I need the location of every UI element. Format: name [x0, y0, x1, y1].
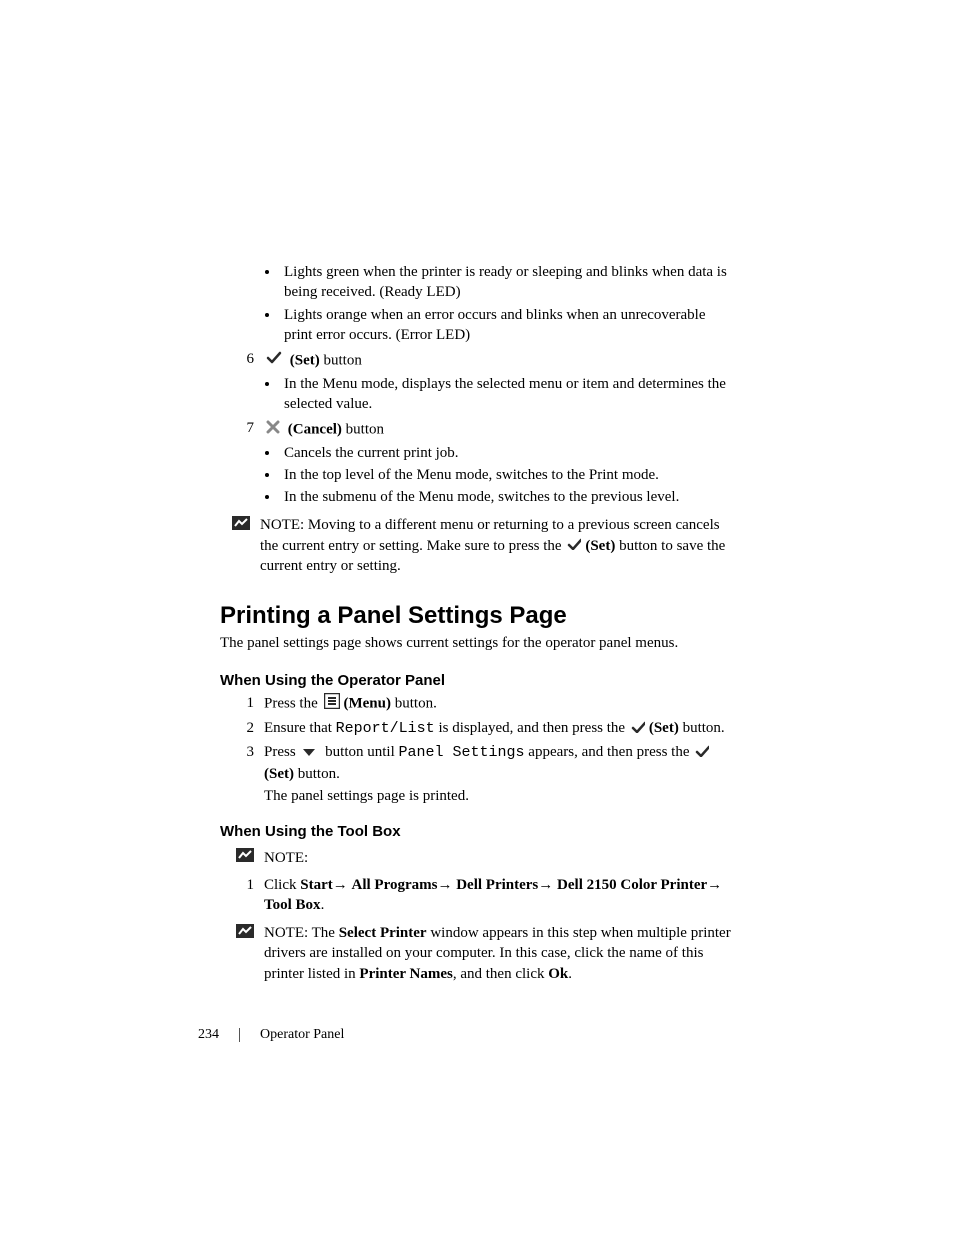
- step-a3: 3 Press button until Panel Settings appe…: [234, 742, 734, 784]
- item-6-sublist: In the Menu mode, displays the selected …: [280, 374, 734, 415]
- subhead-operator-panel: When Using the Operator Panel: [220, 672, 734, 689]
- item-6-label: (Set): [290, 353, 320, 369]
- down-icon: [301, 743, 317, 763]
- step-a-result: The panel settings page is printed.: [264, 788, 734, 805]
- note-icon: [232, 516, 250, 536]
- check-icon: [266, 351, 282, 372]
- note-icon: [236, 848, 254, 868]
- document-page: Lights green when the printer is ready o…: [0, 0, 954, 984]
- item-6: 6 (Set) button: [230, 351, 734, 372]
- led-list: Lights green when the printer is ready o…: [280, 262, 734, 345]
- step-b1: 1 Click Start→ All Programs→ Dell Printe…: [234, 875, 734, 916]
- item-7-sublist: Cancels the current print job. In the to…: [280, 443, 734, 508]
- note-toolbox-blank: NOTE:: [234, 848, 734, 869]
- led-orange: Lights orange when an error occurs and b…: [280, 305, 734, 346]
- x-icon: [266, 420, 280, 441]
- item-7-number: 7: [230, 420, 264, 441]
- subhead-tool-box: When Using the Tool Box: [220, 823, 734, 840]
- item-7-label: (Cancel): [288, 422, 342, 438]
- section-title: Printing a Panel Settings Page: [220, 602, 734, 630]
- footer-label: Operator Panel: [260, 1027, 344, 1043]
- check-icon: [631, 719, 645, 739]
- footer-divider: [239, 1028, 240, 1042]
- step-a1: 1 Press the (Menu) button.: [234, 693, 734, 715]
- check-icon: [695, 743, 709, 763]
- item-6-number: 6: [230, 351, 264, 372]
- check-icon: [567, 536, 581, 556]
- page-footer: 234 Operator Panel: [198, 1027, 344, 1043]
- step-a2: 2 Ensure that Report/List is displayed, …: [234, 718, 734, 739]
- note-select-printer: NOTE: The Select Printer window appears …: [234, 923, 734, 984]
- note-icon: [236, 924, 254, 944]
- page-number: 234: [198, 1027, 219, 1043]
- note-moving-menu: NOTE: Moving to a different menu or retu…: [230, 515, 734, 576]
- item-7: 7 (Cancel) button: [230, 420, 734, 441]
- section-intro: The panel settings page shows current se…: [220, 634, 734, 654]
- led-green: Lights green when the printer is ready o…: [280, 262, 734, 303]
- menu-icon: [324, 693, 340, 715]
